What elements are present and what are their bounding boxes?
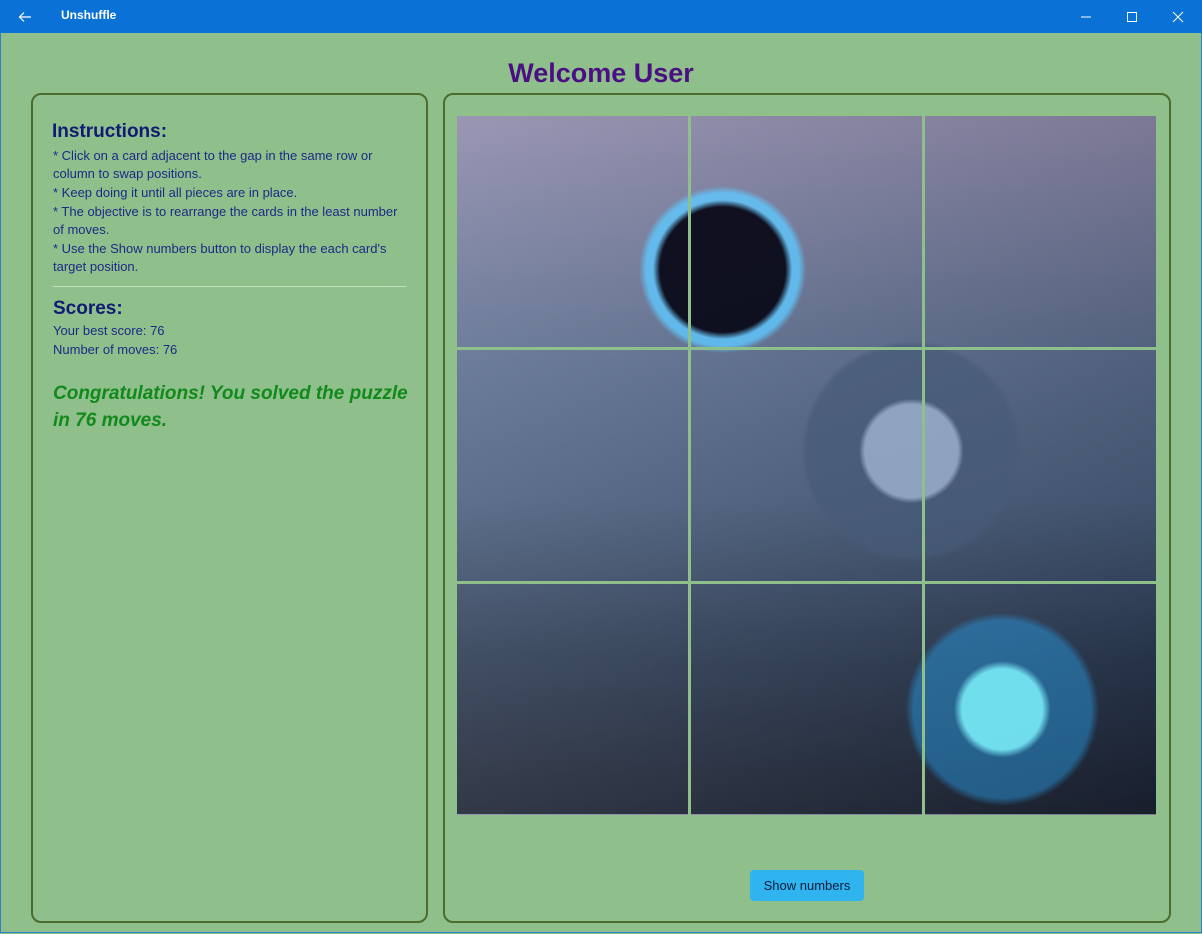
instructions-heading: Instructions: <box>52 121 168 142</box>
puzzle-tile-5[interactable] <box>691 350 922 581</box>
show-numbers-button[interactable]: Show numbers <box>750 870 864 901</box>
puzzle-tile-3[interactable] <box>925 116 1156 347</box>
congrats-message: Congratulations! You solved the puzzle i… <box>53 383 408 431</box>
instruction-item: * Use the Show numbers button to display… <box>53 241 387 274</box>
puzzle-tile-9[interactable] <box>925 584 1156 815</box>
puzzle-tile-8[interactable] <box>691 584 922 815</box>
best-score: Your best score: 76 <box>53 323 165 338</box>
window-title: Unshuffle <box>61 8 117 22</box>
divider <box>53 286 406 287</box>
scores-heading: Scores: <box>53 298 123 319</box>
title-bar: Unshuffle <box>0 0 1202 33</box>
instruction-item: * Click on a card adjacent to the gap in… <box>53 148 373 181</box>
puzzle-grid <box>457 116 1156 815</box>
back-arrow-icon[interactable] <box>12 0 38 33</box>
minimize-icon[interactable] <box>1063 0 1109 33</box>
moves-count: Number of moves: 76 <box>53 342 178 357</box>
puzzle-tile-6[interactable] <box>925 350 1156 581</box>
instructions-panel: Instructions: * Click on a card adjacent… <box>31 93 428 923</box>
close-icon[interactable] <box>1155 0 1201 33</box>
instructions-list: * Click on a card adjacent to the gap in… <box>53 147 408 277</box>
puzzle-tile-2[interactable] <box>691 116 922 347</box>
puzzle-panel: Show numbers <box>443 93 1171 923</box>
puzzle-tile-1[interactable] <box>457 116 688 347</box>
puzzle-tile-7[interactable] <box>457 584 688 815</box>
welcome-heading: Welcome User <box>508 58 694 88</box>
instruction-item: * Keep doing it until all pieces are in … <box>53 185 298 200</box>
instruction-item: * The objective is to rearrange the card… <box>53 204 398 237</box>
puzzle-tile-4[interactable] <box>457 350 688 581</box>
maximize-icon[interactable] <box>1109 0 1155 33</box>
